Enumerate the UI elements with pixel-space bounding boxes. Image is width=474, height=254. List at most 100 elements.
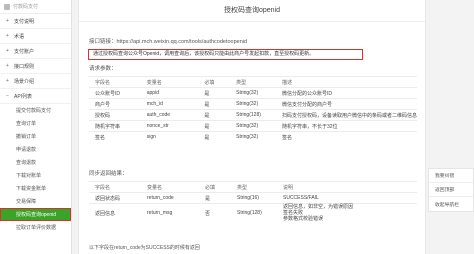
table-header: 字段名	[89, 181, 141, 193]
cell: String(128)	[231, 203, 277, 222]
sidebar-subitem-orderquery[interactable]: 查询订单	[0, 117, 71, 130]
sidebar-item-label: 支付说明	[14, 18, 35, 25]
cell: 公众账号ID	[89, 87, 141, 99]
table-header: 说明	[277, 181, 417, 193]
footer-note: 以下字段在return_code为SUCCESS的时候有返回	[89, 245, 200, 251]
table-header: 变量名	[141, 181, 199, 193]
sidebar-subitem-refundquery[interactable]: 查询退款	[0, 156, 71, 169]
response-params-table: 字段名 变量名 必填 类型 说明 返回状态码 return_code 是 Str…	[89, 181, 417, 222]
cell: 否	[199, 203, 231, 222]
floating-toolbox: 我要纠错 返回顶部 收起导航栏	[428, 168, 474, 212]
cell: 微信支付分配的商户号	[275, 98, 417, 110]
cell: String(32)	[230, 98, 276, 110]
table-row: 随机字符串 nonce_str 是 String(32) 随机字符串，不长于32…	[89, 120, 417, 132]
sidebar-subitem-reverse[interactable]: 撤销订单	[0, 130, 71, 143]
table-row: 授权码 auth_code 是 String(128) 扫码支付授权码，设备读取…	[89, 109, 417, 121]
cell: 是	[198, 131, 231, 143]
expand-icon: +	[6, 63, 9, 69]
cell: 签名	[275, 131, 417, 143]
brand-logo-icon	[4, 3, 10, 10]
table-header-row: 字段名 变量名 必填 类型 描述	[89, 76, 417, 88]
sidebar-item-account[interactable]: + 支付账户	[0, 44, 71, 59]
sidebar-subitem-refund[interactable]: 申请退款	[0, 143, 71, 156]
table-row: 返回状态码 return_code 是 String(16) SUCCESS/F…	[89, 192, 417, 204]
cell: mch_id	[140, 98, 199, 110]
table-header: 变量名	[140, 76, 199, 88]
cell: 随机字符串，不长于32位	[275, 120, 417, 132]
cell-multiline: 返回信息，如非空，为错误原因 签名失败 参数格式校验错误	[277, 203, 417, 222]
cell: 微信分配的公众账号ID	[275, 87, 417, 99]
sidebar-subitem-report[interactable]: 交易保障	[0, 195, 71, 208]
response-title: 同步返回结果：	[89, 171, 128, 177]
table-row: 签名 sign 是 String(32) 签名	[89, 131, 417, 143]
cell: nonce_str	[140, 120, 199, 132]
expand-icon: +	[6, 78, 9, 84]
cell: SUCCESS/FAIL	[277, 192, 417, 204]
cell: 商户号	[89, 98, 141, 110]
cell: 是	[198, 109, 231, 121]
expand-icon: +	[6, 33, 9, 39]
brand-title: 付款码支付	[13, 4, 39, 10]
sidebar-item-label: 接口规则	[14, 63, 35, 70]
request-params-table: 字段名 变量名 必填 类型 描述 公众账号ID appid 是 String(3…	[89, 76, 417, 143]
sidebar-subitem-comment[interactable]: 拉取订单评价数据	[0, 221, 71, 234]
table-header: 类型	[231, 181, 277, 193]
main-content: 授权码查询openid 接口链接：https://api.mch.weixin.…	[78, 0, 426, 254]
back-to-top-button[interactable]: 返回顶部	[429, 183, 473, 197]
cell: 授权码	[89, 109, 141, 121]
sidebar-subitem-downloadbill[interactable]: 下载对账单	[0, 169, 71, 182]
cell-line: 参数格式校验错误	[283, 216, 324, 222]
cell: 是	[199, 192, 231, 204]
cell: String(16)	[231, 192, 277, 204]
notice-box: 通过授权码查询公众号Openid，调用查询后，该授权码只能由此商户号发起扣款，直…	[88, 49, 363, 60]
cell: String(32)	[230, 87, 276, 99]
report-error-button[interactable]: 我要纠错	[429, 169, 473, 183]
sidebar-item-label: 术语	[14, 33, 25, 40]
table-header: 描述	[275, 76, 417, 88]
sidebar-item-rules[interactable]: + 接口规则	[0, 59, 71, 74]
collapse-icon: −	[6, 93, 9, 99]
sidebar-item-pay-desc[interactable]: + 支付说明	[0, 14, 71, 29]
cell: String(32)	[230, 120, 276, 132]
request-title: 请求参数：	[89, 66, 117, 72]
expand-icon: +	[6, 18, 9, 24]
table-header-row: 字段名 变量名 必填 类型 说明	[89, 181, 417, 193]
cell: 随机字符串	[89, 120, 141, 132]
cell: 签名	[89, 131, 141, 143]
cell: return_msg	[141, 203, 199, 222]
cell: appid	[140, 87, 199, 99]
cell: String(128)	[230, 109, 276, 121]
page: 付款码支付 + 支付说明 + 术语 + 支付账户 + 接口规则 + 场景介绍 −…	[0, 0, 474, 254]
page-title: 授权码查询openid	[79, 0, 425, 22]
table-header: 必填	[199, 181, 231, 193]
cell: 返回状态码	[89, 192, 141, 204]
expand-icon: +	[6, 48, 9, 54]
cell: auth_code	[140, 109, 199, 121]
table-row: 商户号 mch_id 是 String(32) 微信支付分配的商户号	[89, 98, 417, 110]
sidebar-item-terms[interactable]: + 术语	[0, 29, 71, 44]
sidebar-item-api-list[interactable]: − API列表	[0, 89, 71, 104]
sidebar-item-label: 场景介绍	[14, 78, 35, 85]
sidebar-item-label: 支付账户	[14, 48, 35, 55]
table-header: 类型	[230, 76, 276, 88]
sidebar: 付款码支付 + 支付说明 + 术语 + 支付账户 + 接口规则 + 场景介绍 −…	[0, 0, 72, 254]
cell: 是	[198, 87, 231, 99]
sidebar-subitem-authcodetoopenid[interactable]: 授权码查询openid	[0, 208, 71, 221]
sidebar-subitem-micropay[interactable]: 提交付款码支付	[0, 104, 71, 117]
cell: sign	[140, 131, 199, 143]
table-header: 必填	[198, 76, 231, 88]
collapse-nav-button[interactable]: 收起导航栏	[429, 197, 473, 211]
cell: return_code	[141, 192, 199, 204]
cell: 是	[198, 120, 231, 132]
sidebar-subitem-fundflow[interactable]: 下载资金账单	[0, 182, 71, 195]
table-header: 字段名	[89, 76, 141, 88]
cell: 是	[198, 98, 231, 110]
cell: String(32)	[230, 131, 276, 143]
cell: 返回信息	[89, 203, 141, 222]
sidebar-item-scenarios[interactable]: + 场景介绍	[0, 74, 71, 89]
cell: 扫码支付授权码，设备读取用户微信中的条码或者二维码信息	[275, 109, 417, 121]
table-row: 返回信息 return_msg 否 String(128) 返回信息，如非空，为…	[89, 203, 417, 222]
table-row: 公众账号ID appid 是 String(32) 微信分配的公众账号ID	[89, 87, 417, 99]
sidebar-item-label: API列表	[14, 93, 33, 100]
api-url[interactable]: 接口链接：https://api.mch.weixin.qq.com/tools…	[89, 37, 247, 45]
